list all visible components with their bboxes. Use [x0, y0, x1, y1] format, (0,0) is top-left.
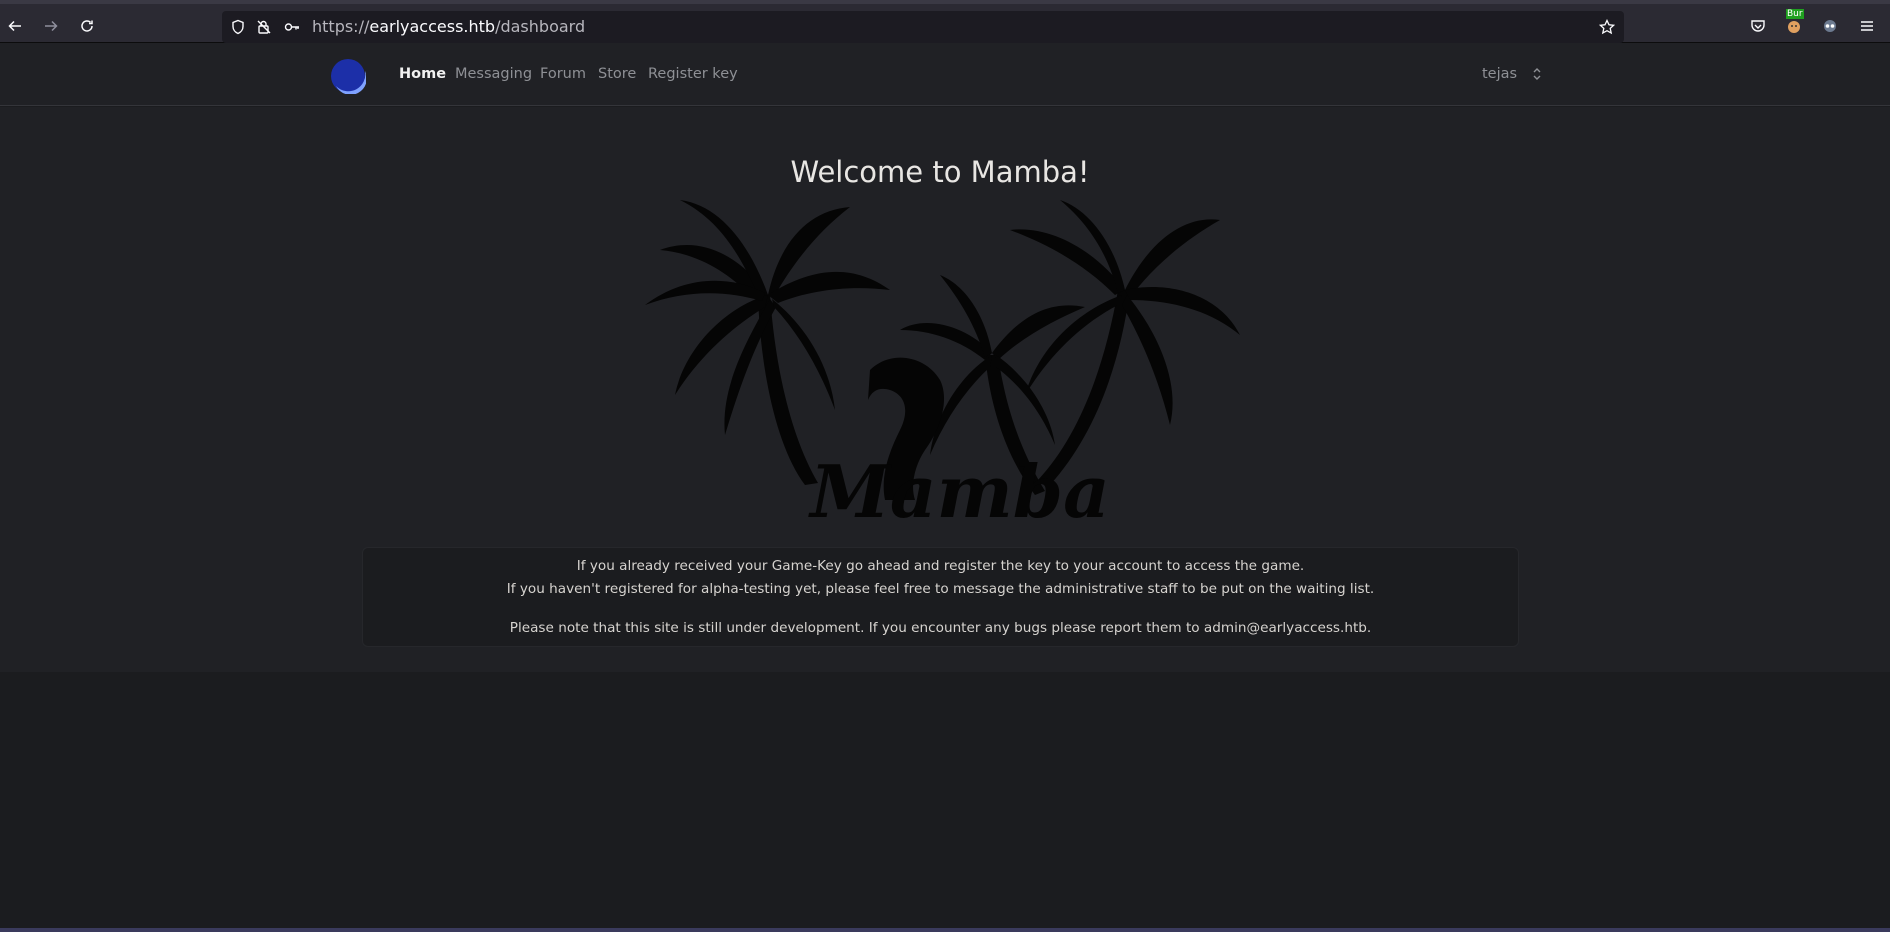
hamburger-menu-icon [1861, 21, 1873, 31]
mamba-logo-image: Mamba [645, 200, 1240, 530]
page-title: Welcome to Mamba! [790, 155, 1090, 189]
nav-forum[interactable]: Forum [540, 66, 586, 82]
shield-icon[interactable] [230, 19, 246, 35]
site-navbar: Home Messaging Forum Store Register key … [0, 43, 1890, 106]
burp-extension-button[interactable]: Bur [1780, 9, 1808, 40]
logo-text: Mamba [807, 449, 1110, 530]
info-development-notice: Please note that this site is still unde… [509, 620, 1372, 636]
nav-home[interactable]: Home [399, 66, 446, 82]
user-menu[interactable]: tejas [1482, 66, 1543, 82]
mask-icon [1824, 20, 1836, 32]
info-game-key-text: If you already received your Game-Key go… [576, 558, 1305, 574]
forward-button[interactable] [37, 12, 65, 40]
chevron-up-down-icon [1533, 68, 1541, 80]
main-content: Welcome to Mamba! Mamba If you already r… [0, 107, 1890, 672]
arrow-left-icon [8, 20, 21, 32]
burp-extension-icon [1788, 21, 1800, 33]
info-waiting-list-text: If you haven't registered for alpha-test… [506, 581, 1375, 597]
username: tejas [1482, 66, 1518, 82]
url-text[interactable]: https://earlyaccess.htb/dashboard [312, 17, 585, 36]
url-path: /dashboard [495, 17, 586, 36]
menu-button[interactable] [1853, 12, 1881, 40]
extension-badge: Bur [1786, 9, 1804, 19]
nav-register-key[interactable]: Register key [648, 66, 738, 82]
reload-icon [81, 20, 93, 32]
bottom-strip [0, 928, 1890, 932]
url-prefix: https:// [312, 17, 370, 36]
url-bar[interactable]: https://earlyaccess.htb/dashboard [222, 11, 1624, 43]
reload-button[interactable] [73, 12, 101, 40]
nav-store[interactable]: Store [598, 66, 636, 82]
key-icon[interactable] [284, 19, 300, 35]
info-box: If you already received your Game-Key go… [362, 547, 1519, 647]
nav-messaging[interactable]: Messaging [455, 66, 532, 82]
back-button[interactable] [1, 12, 29, 40]
browser-toolbar: https://earlyaccess.htb/dashboard Bur [0, 0, 1890, 43]
pocket-button[interactable] [1744, 12, 1772, 40]
url-domain: earlyaccess.htb [369, 17, 496, 36]
foxyproxy-button[interactable] [1816, 12, 1844, 40]
page-background [0, 672, 1890, 928]
bookmark-star-icon[interactable] [1599, 19, 1615, 35]
pocket-icon [1751, 20, 1765, 32]
insecure-lock-icon[interactable] [256, 19, 272, 35]
brand-logo-icon[interactable] [330, 58, 366, 94]
arrow-right-icon [45, 20, 58, 32]
